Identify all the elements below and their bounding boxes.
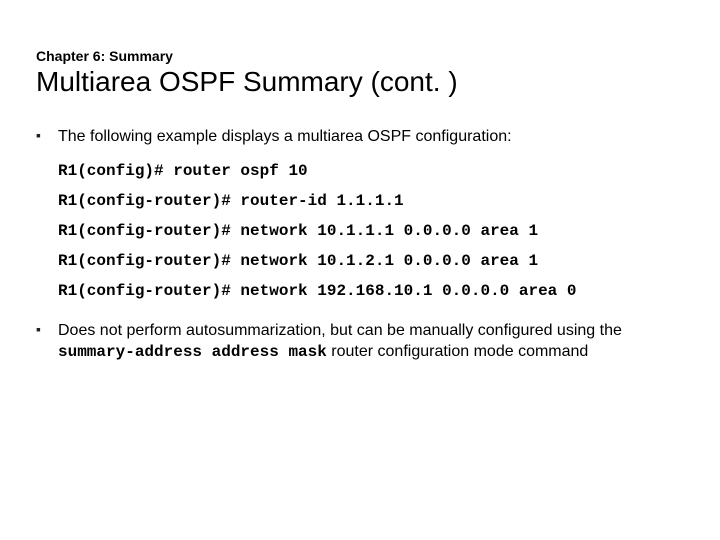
page-title: Multiarea OSPF Summary (cont. ) <box>36 66 684 98</box>
inline-code: summary-address address mask <box>58 343 327 361</box>
config-line: R1(config-router)# network 10.1.1.1 0.0.… <box>58 216 684 246</box>
config-line: R1(config-router)# network 10.1.2.1 0.0.… <box>58 246 684 276</box>
chapter-label: Chapter 6: Summary <box>36 48 684 64</box>
bullet-list: The following example displays a multiar… <box>36 126 684 364</box>
bullet-item: Does not perform autosummarization, but … <box>36 320 684 364</box>
config-line: R1(config-router)# network 192.168.10.1 … <box>58 276 684 306</box>
bullet-item: The following example displays a multiar… <box>36 126 684 306</box>
bullet-text: The following example displays a multiar… <box>58 128 512 145</box>
config-line: R1(config-router)# router-id 1.1.1.1 <box>58 186 684 216</box>
bullet-text-after: router configuration mode command <box>327 343 588 360</box>
config-block: R1(config)# router ospf 10 R1(config-rou… <box>58 156 684 306</box>
bullet-text-before: Does not perform autosummarization, but … <box>58 322 622 339</box>
config-line: R1(config)# router ospf 10 <box>58 156 684 186</box>
